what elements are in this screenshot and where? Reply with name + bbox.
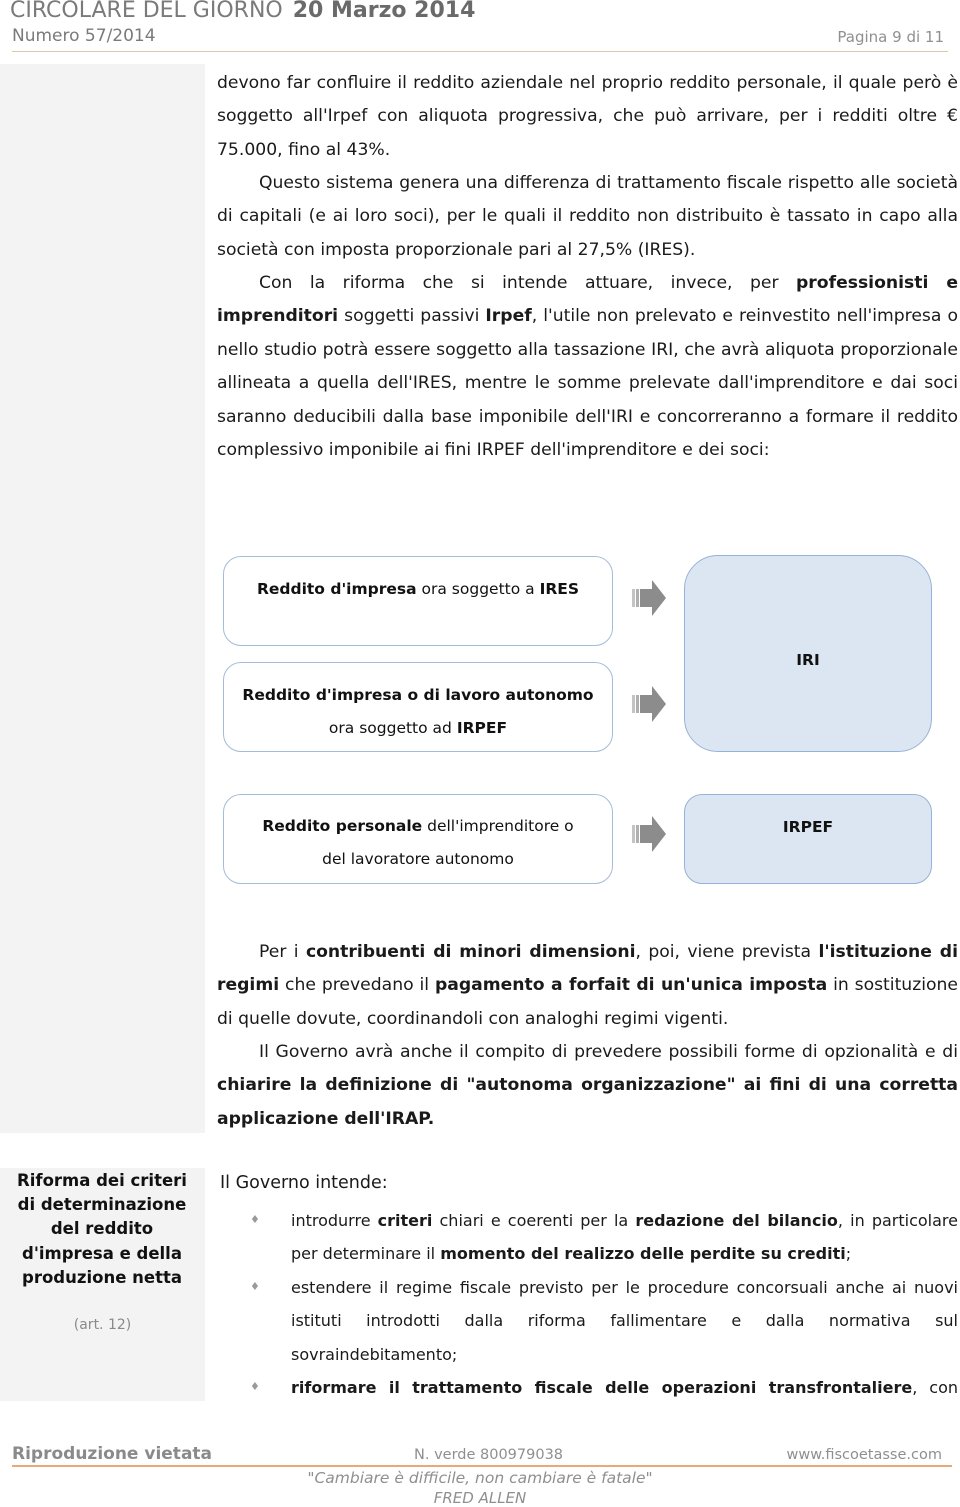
list-item: estendere il regime fiscale previsto per… [291, 1278, 958, 1364]
circular-date: 20 Marzo 2014 [292, 0, 476, 23]
footer-quote-author: FRED ALLEN [433, 1489, 527, 1507]
sidebar-article-ref: (art. 12) [73, 1317, 132, 1333]
list-item: riformare il trattamento fiscale delle o… [291, 1378, 958, 1397]
footer-reproduction-notice: Riproduzione vietata [12, 1444, 213, 1464]
footer-phone: N. verde 800979038 [414, 1447, 564, 1463]
paragraph-3: Con la riforma che si intende attuare, i… [217, 273, 958, 461]
diamond-bullet-icon: ♦ [250, 1380, 260, 1393]
arrow-right-icon [632, 686, 666, 722]
footer-divider [12, 1465, 952, 1467]
arrow-right-icon [632, 580, 666, 616]
diagram-box-reddito-irpef: Reddito d'impresa o di lavoro autonomo o… [223, 662, 613, 752]
diagram-target-irpef: IRPEF [684, 794, 932, 884]
sidebar-section-title: Riforma dei criteri di determinazione de… [17, 1171, 187, 1287]
diagram-box-reddito-impresa-ires: Reddito d'impresa ora soggetto a IRES [223, 556, 613, 646]
circular-number: Numero 57/2014 [12, 26, 156, 46]
diamond-bullet-icon: ♦ [250, 1213, 260, 1226]
document-title: CIRCOLARE DEL GIORNO 20 Marzo 2014 [10, 0, 475, 23]
sidebar-block [0, 64, 205, 1133]
header-divider [12, 51, 948, 52]
list-item: introdurre criteri chiari e coerenti per… [291, 1211, 958, 1264]
paragraph-1: devono far confluire il reddito aziendal… [217, 73, 958, 160]
diagram-box-reddito-personale: Reddito personale dell'imprenditore o de… [223, 794, 613, 884]
page-indicator: Pagina 9 di 11 [837, 28, 944, 46]
paragraph-5: Il Governo avrà anche il compito di prev… [217, 1042, 958, 1129]
circular-title: CIRCOLARE DEL GIORNO [10, 0, 283, 23]
arrow-right-icon [632, 816, 666, 852]
footer-quote: "Cambiare è difficile, non cambiare è fa… [307, 1469, 653, 1487]
diagram-target-iri: IRI [684, 555, 932, 752]
paragraph-2: Questo sistema genera una differenza di … [217, 173, 958, 260]
footer-website-link[interactable]: www.fiscoetasse.com [787, 1447, 943, 1463]
list-intro: Il Governo intende: [220, 1173, 388, 1193]
bold-irpef: Irpef [485, 306, 532, 327]
diamond-bullet-icon: ♦ [250, 1280, 260, 1293]
paragraph-4: Per i contribuenti di minori dimensioni,… [217, 942, 958, 1029]
